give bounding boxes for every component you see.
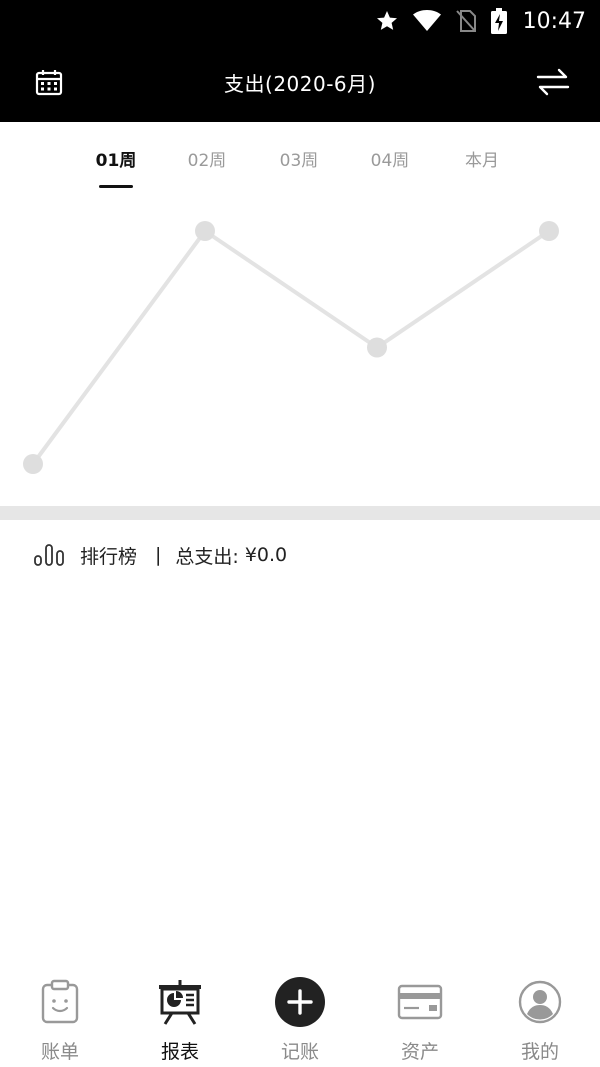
status-bar: 10:47 bbox=[0, 0, 600, 42]
active-tab-indicator bbox=[99, 185, 133, 188]
tab-week-3[interactable]: 03周 bbox=[280, 146, 319, 171]
profile-icon bbox=[513, 975, 567, 1029]
wifi-icon bbox=[412, 10, 441, 32]
ranking-separator: | bbox=[155, 544, 162, 566]
bottom-nav: 账单 报表 记账 资产 我的 bbox=[0, 965, 600, 1067]
report-board-icon bbox=[153, 975, 207, 1029]
total-expense-value: ¥0.0 bbox=[244, 544, 288, 566]
calendar-icon bbox=[34, 70, 64, 102]
data-point-3[interactable] bbox=[367, 337, 387, 358]
total-expense-label: 总支出: bbox=[175, 545, 239, 568]
nav-label-add-record: 记账 bbox=[280, 1041, 319, 1063]
nav-item-reports[interactable]: 报表 bbox=[120, 965, 240, 1067]
nav-item-assets[interactable]: 资产 bbox=[360, 965, 480, 1067]
bar-chart-icon bbox=[34, 544, 66, 566]
tab-week-4[interactable]: 04周 bbox=[371, 146, 410, 171]
no-sim-icon bbox=[455, 9, 477, 33]
add-circle-icon bbox=[273, 975, 327, 1029]
app-root: 10:47 支出(2020-6月) 01周 02周 03周 04周 本月 排行榜… bbox=[0, 0, 600, 1067]
battery-charging-icon bbox=[490, 8, 507, 34]
tab-week-1[interactable]: 01周 bbox=[96, 146, 137, 171]
nav-label-profile: 我的 bbox=[520, 1041, 559, 1063]
ranking-label: 排行榜 bbox=[80, 545, 138, 568]
ranking-row: 排行榜 | 总支出: ¥0.0 bbox=[0, 530, 600, 580]
week-tabs: 01周 02周 03周 04周 本月 bbox=[0, 122, 600, 192]
star-icon bbox=[375, 9, 399, 33]
calendar-button[interactable] bbox=[34, 68, 64, 98]
data-point-2[interactable] bbox=[195, 221, 215, 241]
nav-item-bills[interactable]: 账单 bbox=[0, 965, 120, 1067]
nav-item-add-record[interactable]: 记账 bbox=[240, 965, 360, 1067]
data-point-4[interactable] bbox=[539, 221, 559, 241]
section-divider bbox=[0, 506, 600, 520]
app-header: 支出(2020-6月) bbox=[0, 42, 600, 122]
clipboard-smile-icon bbox=[33, 975, 87, 1029]
tab-month[interactable]: 本月 bbox=[465, 146, 499, 171]
page-title: 支出(2020-6月) bbox=[224, 71, 376, 96]
chart-svg bbox=[23, 221, 559, 474]
card-icon bbox=[393, 975, 447, 1029]
expense-line-chart bbox=[0, 192, 600, 505]
switch-type-button[interactable] bbox=[536, 66, 570, 98]
tab-week-2[interactable]: 02周 bbox=[188, 146, 227, 171]
nav-item-profile[interactable]: 我的 bbox=[480, 965, 600, 1067]
series-line bbox=[31, 229, 551, 466]
status-time: 10:47 bbox=[522, 8, 586, 34]
data-point-1[interactable] bbox=[23, 454, 43, 474]
nav-label-reports: 报表 bbox=[160, 1041, 199, 1063]
nav-label-bills: 账单 bbox=[40, 1041, 79, 1063]
nav-label-assets: 资产 bbox=[400, 1041, 439, 1063]
swap-arrows-icon bbox=[536, 68, 570, 102]
